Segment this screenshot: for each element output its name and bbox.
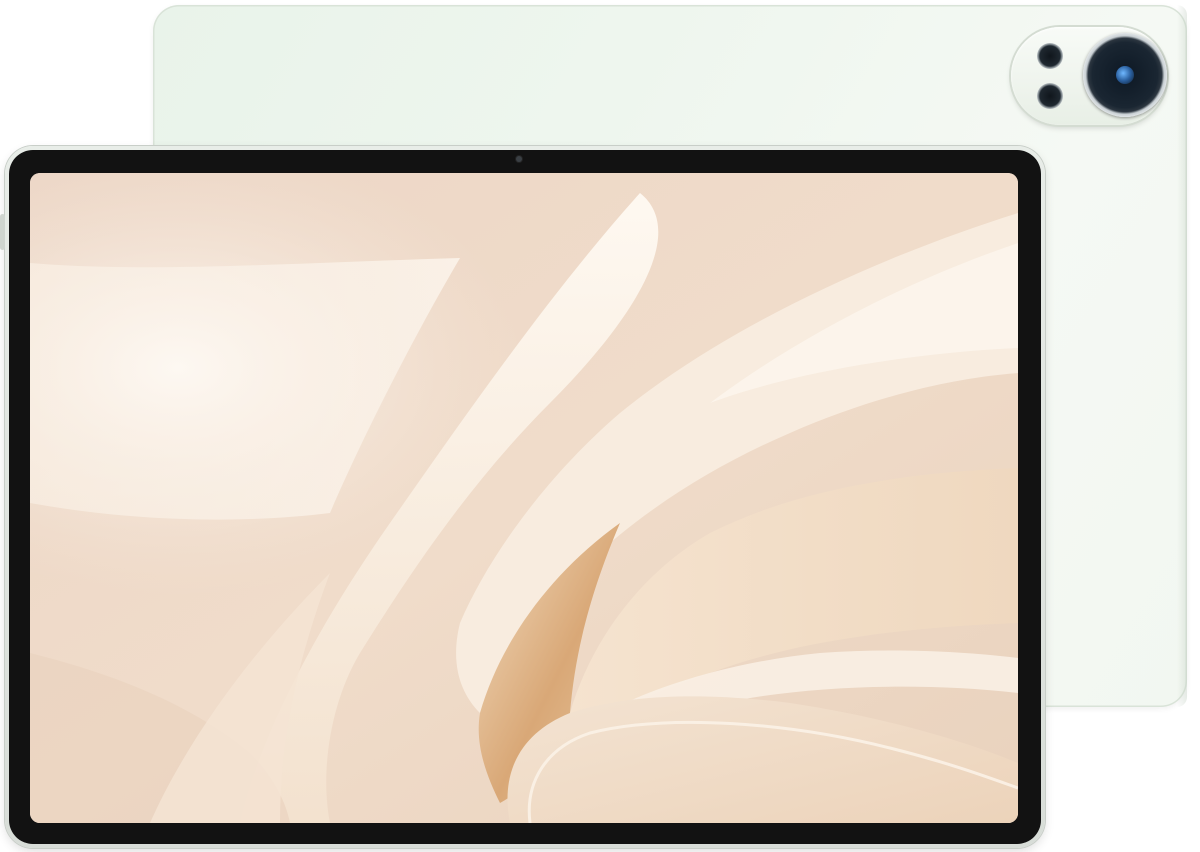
tablet-screen-wallpaper [30,173,1018,823]
side-button [0,214,5,250]
wallpaper-art [30,173,1018,823]
product-scene [0,0,1200,852]
secondary-lens-icon [1037,43,1063,69]
lens-glint [1116,66,1134,84]
flash-lens-icon [1037,83,1063,109]
main-lens-icon [1083,33,1167,117]
camera-module-icon [1011,27,1167,125]
front-camera-icon [516,156,522,162]
